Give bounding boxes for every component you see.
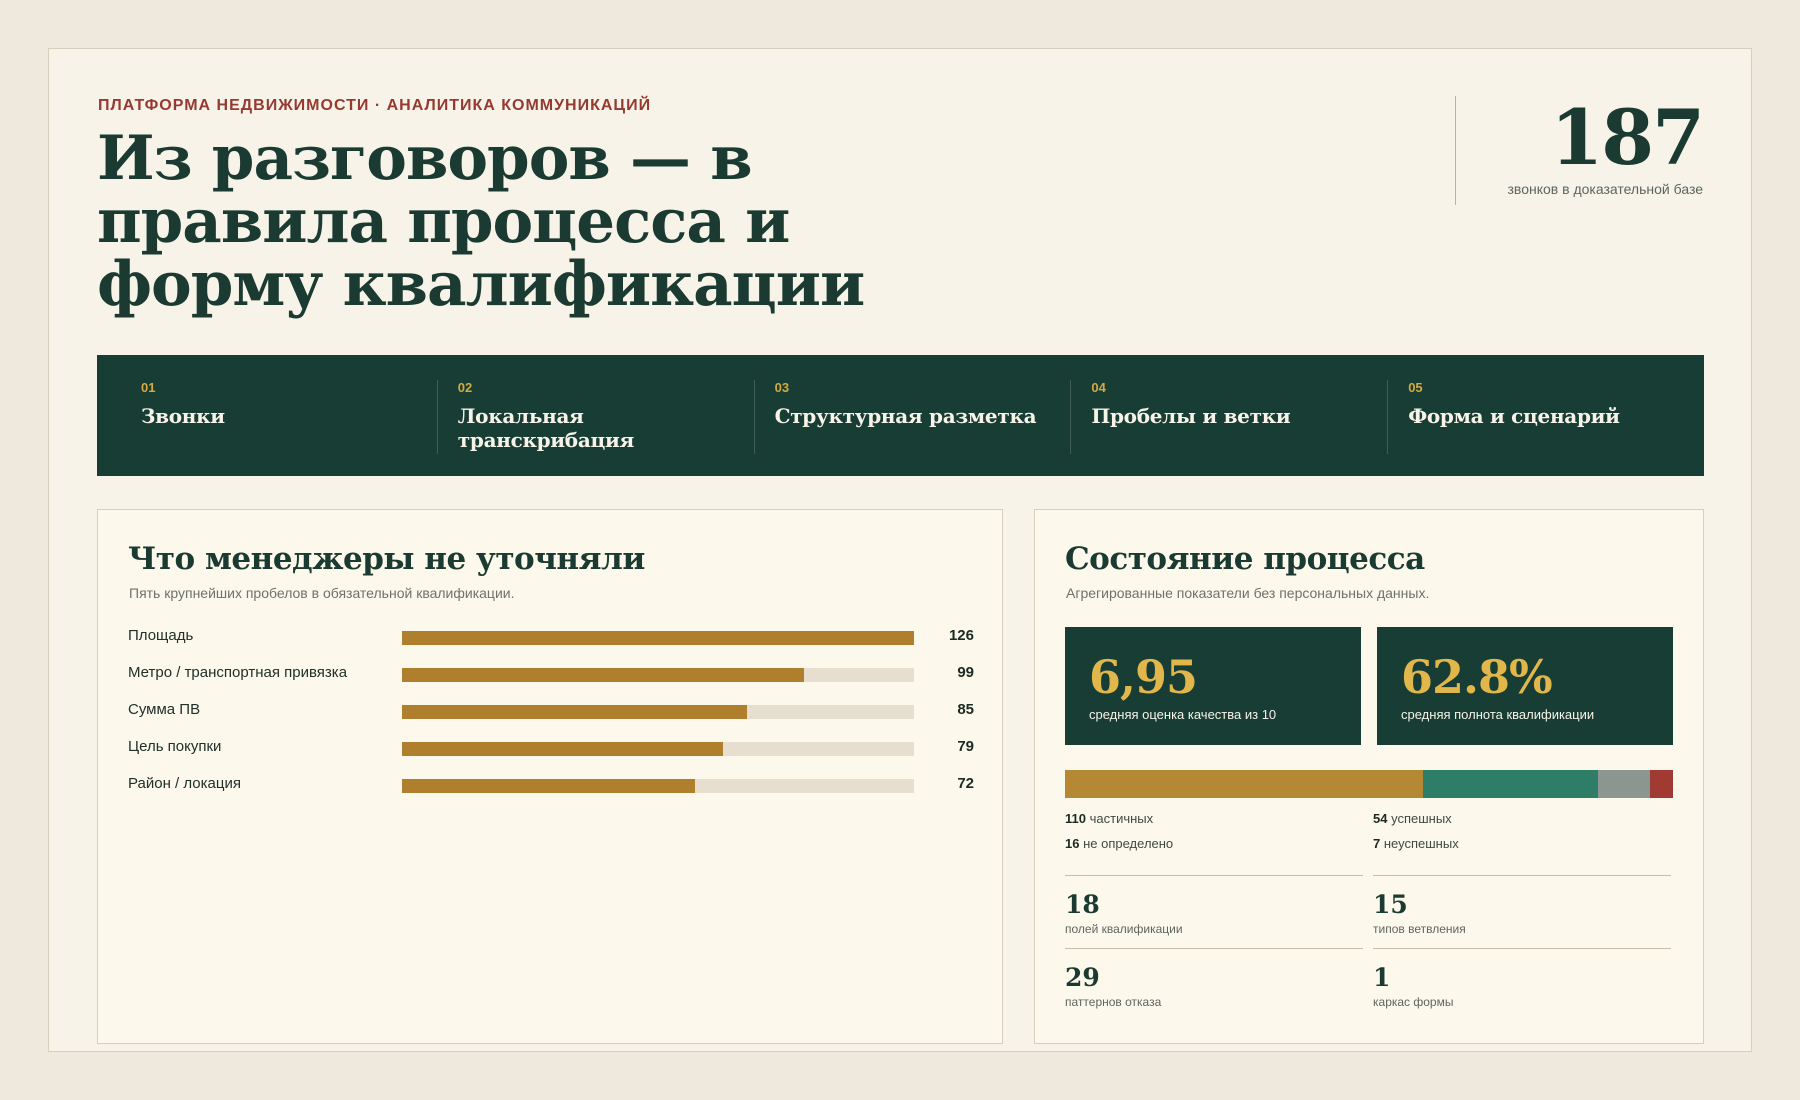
metric-caption: паттернов отказа [1065, 995, 1162, 1009]
gap-label: Площадь [128, 627, 194, 644]
legend-count: 7 [1373, 836, 1381, 851]
outcome-segment [1422, 770, 1599, 798]
metric-value: 1 [1373, 963, 1391, 992]
step-number: 02 [457, 380, 473, 395]
gap-value: 72 [957, 775, 974, 792]
calls-caption: звонков в доказательной базе [1507, 181, 1704, 197]
gap-row: Район / локация 72 [128, 775, 974, 812]
dashboard-frame: ПЛАТФОРМА НЕДВИЖИМОСТИ · АНАЛИТИКА КОММУ… [48, 48, 1752, 1052]
gap-bar [402, 742, 724, 756]
step-label: Локальная транскрибация [457, 404, 635, 452]
gap-bar [402, 631, 914, 645]
process-card: Состояние процесса Агрегированные показа… [1034, 509, 1704, 1044]
divider [1373, 948, 1671, 949]
calls-stat: 187 звонков в доказательной базе [1455, 93, 1705, 205]
step-label: Структурная разметка [774, 404, 1037, 428]
step-label: Пробелы и ветки [1091, 404, 1291, 428]
metric-value: 29 [1065, 963, 1100, 992]
calls-value: 187 [1550, 93, 1705, 182]
gap-track [402, 779, 914, 793]
gap-track [402, 705, 914, 719]
legend-success: 54 успешных [1373, 811, 1452, 826]
metric-caption: полей квалификации [1065, 922, 1183, 936]
gap-bar [402, 668, 805, 682]
outcome-segment [1650, 770, 1673, 798]
gaps-bar-list: Площадь 126 Метро / транспортная привязк… [128, 627, 974, 812]
legend-undefined: 16 не определено [1065, 836, 1173, 851]
gap-label: Район / локация [128, 775, 241, 792]
kpi-value: 62.8% [1401, 650, 1553, 704]
legend-count: 54 [1373, 811, 1388, 826]
gaps-card: Что менеджеры не уточняли Пять крупнейши… [97, 509, 1003, 1044]
gaps-title: Что менеджеры не уточняли [128, 541, 645, 577]
gap-row: Площадь 126 [128, 627, 974, 664]
step-4: 04 Пробелы и ветки [1070, 380, 1387, 454]
gap-row: Метро / транспортная привязка 99 [128, 664, 974, 701]
legend-count: 110 [1065, 811, 1086, 826]
step-label: Форма и сценарий [1408, 404, 1620, 428]
pipeline-steps: 01 Звонки 02 Локальная транскрибация 03 … [97, 355, 1704, 476]
step-number: 01 [141, 380, 156, 395]
divider [1373, 875, 1671, 876]
kpi-quality: 6,95 средняя оценка качества из 10 [1065, 627, 1361, 745]
step-2: 02 Локальная транскрибация [436, 380, 754, 454]
legend-label: неуспешных [1383, 836, 1459, 851]
gap-track [402, 631, 914, 645]
gap-value: 126 [948, 627, 974, 644]
metric-caption: типов ветвления [1373, 922, 1466, 936]
step-5: 05 Форма и сценарий [1387, 380, 1704, 454]
legend-partial: 110 частичных [1065, 811, 1153, 826]
metric-value: 15 [1373, 890, 1408, 919]
gap-value: 99 [957, 664, 974, 681]
kpi-caption: средняя оценка качества из 10 [1089, 707, 1277, 722]
outcome-segment [1065, 770, 1423, 798]
metric-value: 18 [1065, 890, 1100, 919]
gap-value: 79 [957, 738, 974, 755]
gaps-subtitle: Пять крупнейших пробелов в обязательной … [129, 585, 515, 601]
step-number: 04 [1091, 380, 1106, 395]
kpi-value: 6,95 [1089, 650, 1198, 704]
step-label: Звонки [141, 404, 225, 428]
gap-label: Метро / транспортная привязка [128, 664, 348, 681]
process-subtitle: Агрегированные показатели без персональн… [1066, 585, 1430, 601]
step-number: 03 [774, 380, 790, 395]
legend-label: не определено [1083, 836, 1174, 851]
legend-label: успешных [1391, 811, 1452, 826]
metric-caption: каркас формы [1373, 995, 1454, 1009]
gap-track [402, 668, 914, 682]
gap-bar [402, 779, 695, 793]
gap-track [402, 742, 914, 756]
eyebrow: ПЛАТФОРМА НЕДВИЖИМОСТИ · АНАЛИТИКА КОММУ… [98, 97, 652, 114]
gap-label: Сумма ПВ [128, 701, 201, 718]
kpi-caption: средняя полнота квалификации [1401, 707, 1595, 722]
page-title: Из разговоров — в правила процесса и фор… [97, 123, 865, 320]
legend-label: частичных [1089, 811, 1154, 826]
kpi-completeness: 62.8% средняя полнота квалификации [1377, 627, 1673, 745]
gap-row: Цель покупки 79 [128, 738, 974, 775]
step-number: 05 [1408, 380, 1423, 395]
process-title: Состояние процесса [1065, 541, 1425, 577]
gap-value: 85 [957, 701, 974, 718]
legend-failed: 7 неуспешных [1373, 836, 1459, 851]
divider [1065, 875, 1363, 876]
legend-count: 16 [1065, 836, 1080, 851]
outcome-stacked-bar [1065, 770, 1673, 798]
divider [1065, 948, 1363, 949]
step-3: 03 Структурная разметка [753, 380, 1071, 454]
step-1: 01 Звонки [97, 380, 437, 454]
gap-row: Сумма ПВ 85 [128, 701, 974, 738]
gap-bar [402, 705, 748, 719]
gap-label: Цель покупки [128, 738, 222, 755]
outcome-segment [1598, 770, 1651, 798]
